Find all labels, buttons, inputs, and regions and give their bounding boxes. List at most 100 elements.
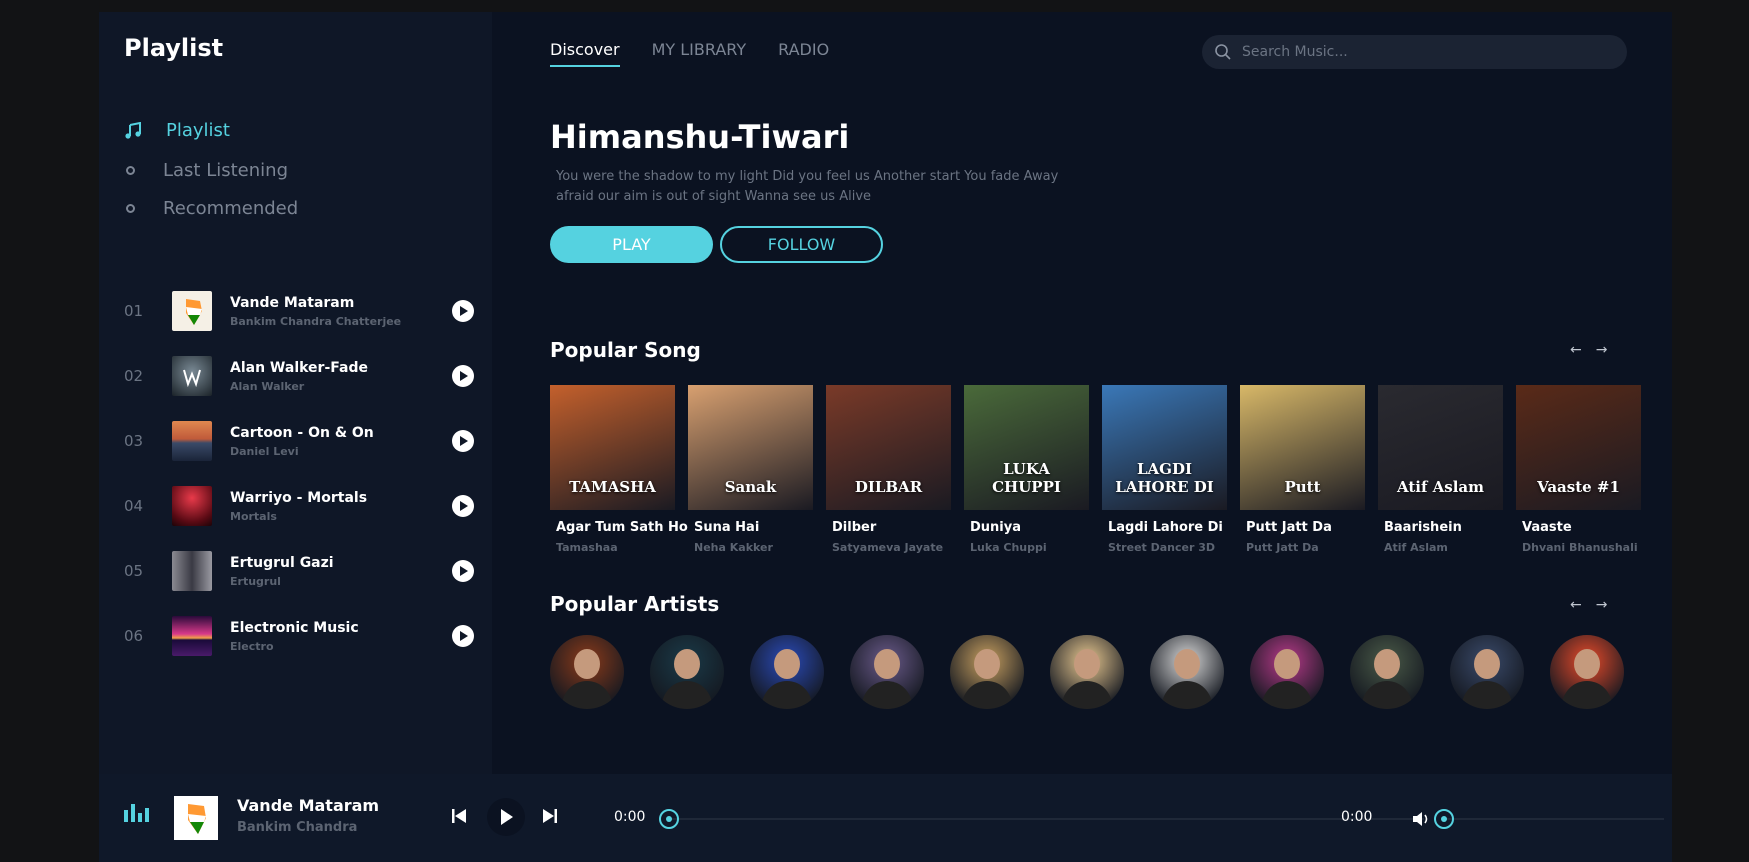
artist-avatar[interactable] bbox=[1050, 635, 1124, 709]
sidebar-title: Playlist bbox=[124, 34, 224, 62]
artist-avatar[interactable] bbox=[550, 635, 624, 709]
artist-avatar[interactable] bbox=[950, 635, 1024, 709]
track-thumbnail bbox=[172, 356, 212, 396]
track-title: Electronic Music bbox=[230, 619, 359, 636]
song-card[interactable]: Vaaste #1 Vaaste Dhvani Bhanushali bbox=[1516, 385, 1641, 554]
sidebar-item-recommended[interactable]: Recommended bbox=[124, 198, 298, 219]
artist-avatar[interactable] bbox=[650, 635, 724, 709]
playlist-row[interactable]: 06 Electronic Music Electro bbox=[124, 614, 474, 658]
song-cover: LUKA CHUPPI bbox=[964, 385, 1089, 510]
arrow-right-icon[interactable]: → bbox=[1596, 342, 1608, 358]
now-playing-title: Vande Mataram bbox=[237, 796, 380, 815]
volume-knob[interactable] bbox=[1434, 809, 1454, 829]
next-icon[interactable] bbox=[542, 807, 558, 825]
cover-text: DILBAR bbox=[854, 478, 923, 496]
play-icon[interactable] bbox=[452, 430, 474, 452]
track-artist: Electro bbox=[230, 639, 274, 653]
track-artist: Alan Walker bbox=[230, 379, 305, 393]
track-title: Vande Mataram bbox=[230, 294, 355, 311]
track-number: 06 bbox=[124, 627, 144, 645]
playlist-row[interactable]: 02 Alan Walker-Fade Alan Walker bbox=[124, 354, 474, 398]
playlist-row[interactable]: 05 Ertugrul Gazi Ertugrul bbox=[124, 549, 474, 593]
play-icon[interactable] bbox=[452, 495, 474, 517]
song-card[interactable]: LUKA CHUPPI Duniya Luka Chuppi bbox=[964, 385, 1089, 554]
search-bar bbox=[1202, 35, 1627, 69]
duration-time: 0:00 bbox=[1341, 809, 1373, 825]
popular-artists-nav: ← → bbox=[1570, 597, 1607, 613]
play-icon[interactable] bbox=[452, 365, 474, 387]
song-card[interactable]: LAGDI LAHORE DI Lagdi Lahore Di Street Dan… bbox=[1102, 385, 1227, 554]
progress-knob[interactable] bbox=[659, 809, 679, 829]
song-card-subtitle: Tamashaa bbox=[556, 541, 618, 554]
track-thumbnail bbox=[172, 486, 212, 526]
playlist-row[interactable]: 04 Warriyo - Mortals Mortals bbox=[124, 484, 474, 528]
popular-songs-list: TAMASHA Agar Tum Sath Ho Tamashaa Sanak Suna… bbox=[550, 385, 1641, 554]
track-number: 02 bbox=[124, 367, 144, 385]
sidebar-item-playlist[interactable]: Playlist bbox=[124, 120, 230, 141]
song-card-subtitle: Atif Aslam bbox=[1384, 541, 1448, 554]
song-cover: DILBAR bbox=[826, 385, 951, 510]
playlist-row[interactable]: 01 Vande Mataram Bankim Chandra Chatterj… bbox=[124, 289, 474, 333]
avatar-head bbox=[1474, 649, 1500, 679]
artist-avatar[interactable] bbox=[750, 635, 824, 709]
play-icon[interactable] bbox=[452, 300, 474, 322]
sidebar-item-last-listening[interactable]: Last Listening bbox=[124, 160, 288, 181]
track-number: 04 bbox=[124, 497, 144, 515]
cover-text: Atif Aslam bbox=[1396, 478, 1485, 496]
popular-songs-nav: ← → bbox=[1570, 342, 1607, 358]
artist-avatar[interactable] bbox=[1450, 635, 1524, 709]
tab-my-library[interactable]: MY LIBRARY bbox=[652, 40, 747, 67]
avatar-body bbox=[1362, 681, 1412, 709]
play-pause-button[interactable] bbox=[487, 798, 525, 836]
volume-track[interactable] bbox=[1444, 818, 1664, 820]
song-card-title: Duniya bbox=[970, 520, 1022, 535]
track-title: Cartoon - On & On bbox=[230, 424, 374, 441]
popular-artists-list bbox=[550, 635, 1624, 709]
artist-description: You were the shadow to my light Did you … bbox=[556, 169, 1059, 204]
search-input[interactable] bbox=[1242, 44, 1602, 60]
avatar-head bbox=[574, 649, 600, 679]
song-card-subtitle: Putt Jatt Da bbox=[1246, 541, 1319, 554]
volume-icon[interactable] bbox=[1411, 809, 1431, 829]
artist-title: Himanshu-Tiwari bbox=[550, 118, 850, 156]
tab-radio[interactable]: RADIO bbox=[778, 40, 829, 67]
song-card-title: Lagdi Lahore Di bbox=[1108, 520, 1223, 535]
arrow-right-icon[interactable]: → bbox=[1596, 597, 1608, 613]
arrow-left-icon[interactable]: ← bbox=[1570, 597, 1582, 613]
artist-avatar[interactable] bbox=[1350, 635, 1424, 709]
avatar-head bbox=[1074, 649, 1100, 679]
progress-track[interactable] bbox=[669, 818, 1424, 820]
cover-text: Sanak bbox=[724, 478, 777, 496]
playlist-row[interactable]: 03 Cartoon - On & On Daniel Levi bbox=[124, 419, 474, 463]
song-card-title: Agar Tum Sath Ho bbox=[556, 520, 688, 535]
song-card[interactable]: Atif Aslam Baarishein Atif Aslam bbox=[1378, 385, 1503, 554]
arrow-left-icon[interactable]: ← bbox=[1570, 342, 1582, 358]
previous-icon[interactable] bbox=[451, 807, 467, 825]
track-number: 03 bbox=[124, 432, 144, 450]
song-card-title: Vaaste bbox=[1522, 520, 1572, 535]
play-button[interactable]: PLAY bbox=[550, 226, 713, 263]
cover-text: Putt bbox=[1284, 478, 1321, 496]
cover-text: Vaaste #1 bbox=[1537, 478, 1620, 496]
avatar-head bbox=[1374, 649, 1400, 679]
song-card[interactable]: Sanak Suna Hai Neha Kakker bbox=[688, 385, 813, 554]
song-card[interactable]: TAMASHA Agar Tum Sath Ho Tamashaa bbox=[550, 385, 688, 554]
song-card[interactable]: DILBAR Dilber Satyameva Jayate bbox=[826, 385, 951, 554]
top-tabs: Discover MY LIBRARY RADIO bbox=[550, 40, 829, 67]
artist-avatar[interactable] bbox=[850, 635, 924, 709]
circle-icon bbox=[126, 204, 135, 213]
play-icon[interactable] bbox=[452, 560, 474, 582]
track-artist: Mortals bbox=[230, 509, 277, 523]
current-time: 0:00 bbox=[614, 809, 646, 825]
main-content: Discover MY LIBRARY RADIO Himanshu-Tiwar… bbox=[492, 12, 1672, 774]
follow-button[interactable]: FOLLOW bbox=[720, 226, 883, 263]
song-card[interactable]: Putt Putt Jatt Da Putt Jatt Da bbox=[1240, 385, 1365, 554]
tab-discover[interactable]: Discover bbox=[550, 40, 620, 67]
artist-avatar[interactable] bbox=[1250, 635, 1324, 709]
play-icon[interactable] bbox=[452, 625, 474, 647]
artist-avatar[interactable] bbox=[1550, 635, 1624, 709]
song-card-title: Suna Hai bbox=[694, 520, 760, 535]
avatar-head bbox=[1174, 649, 1200, 679]
artist-avatar[interactable] bbox=[1150, 635, 1224, 709]
sidebar-item-label: Playlist bbox=[166, 120, 230, 141]
